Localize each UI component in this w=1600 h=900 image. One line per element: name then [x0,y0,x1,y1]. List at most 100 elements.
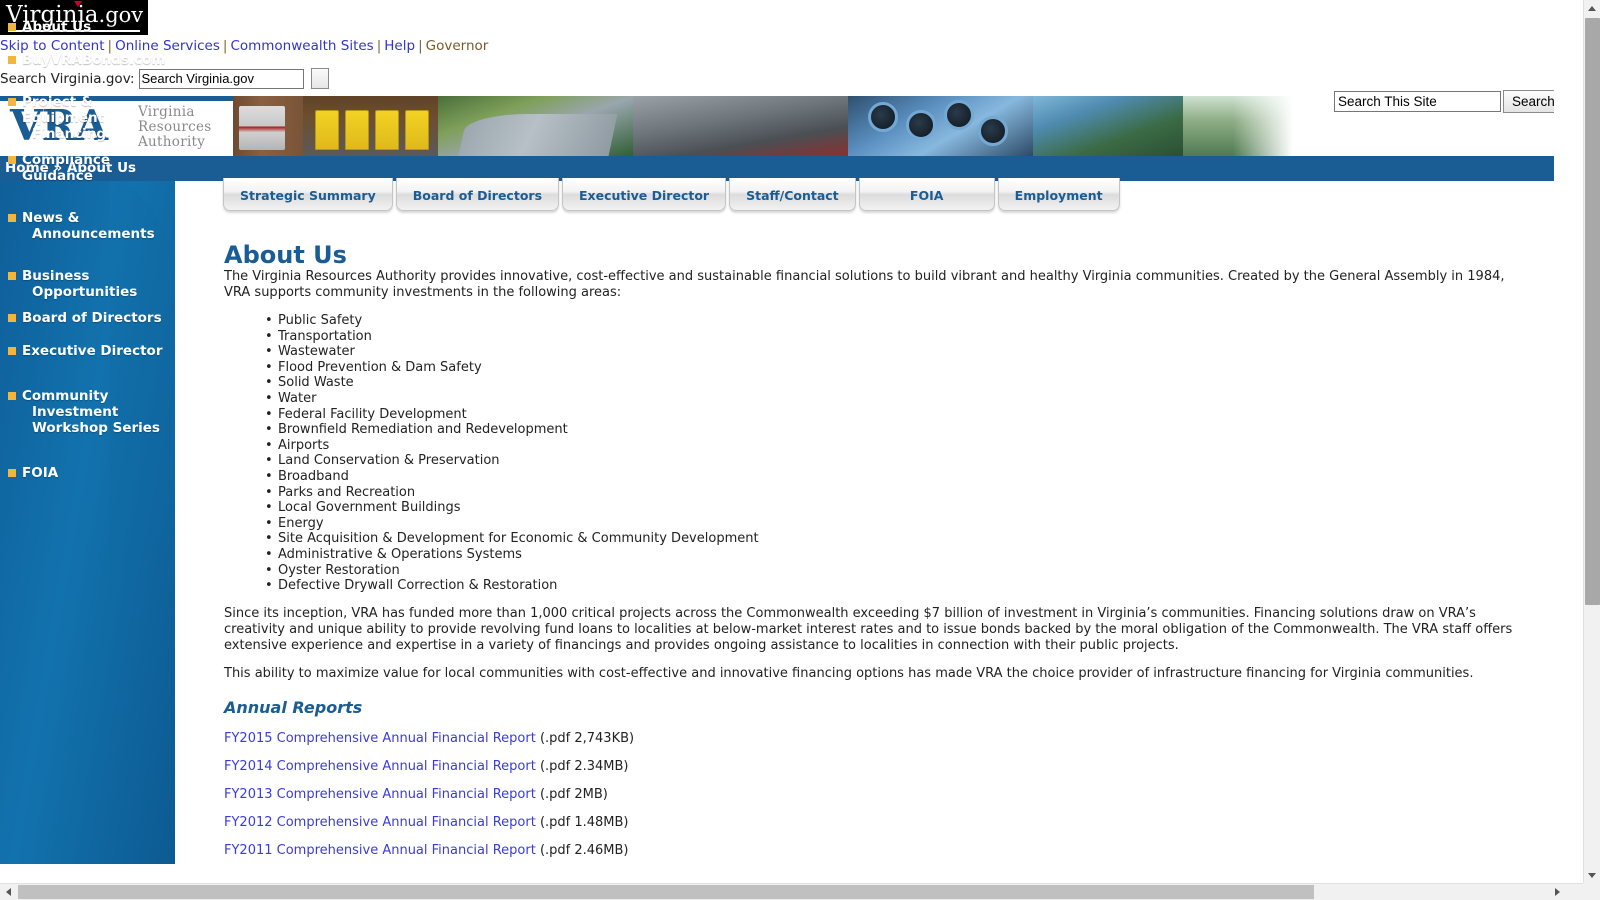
site-search-button[interactable]: Search [1503,90,1554,113]
report-meta-fy2012: (.pdf 1.48MB) [539,814,629,830]
chevron-up-icon [1588,6,1596,11]
report-link-fy2014[interactable]: FY2014 Comprehensive Annual Financial Re… [224,759,536,774]
square-bullet-icon [8,214,16,222]
list-item: Energy [265,516,1529,532]
photo-bridge [633,96,848,156]
list-item: FY2012 Comprehensive Annual Financial Re… [224,815,1529,830]
sidebar-item-label: About Us [22,19,92,35]
list-item: Local Government Buildings [265,500,1529,516]
sidebar-item-label: Community [22,388,109,404]
list-item: Parks and Recreation [265,485,1529,501]
list-item: Brownfield Remediation and Redevelopment [265,422,1529,438]
sidebar-item-label-line2: Investment [32,404,119,420]
square-bullet-icon [8,98,16,106]
virginia-gov-search-button[interactable] [310,68,329,89]
sidebar-item-buyvrabonds[interactable]: BuyVRABonds.com [0,52,175,68]
tab-board-of-directors[interactable]: Board of Directors [395,178,560,211]
sidebar-item-label: Executive Director [22,343,163,359]
article-body: The Virginia Resources Authority provide… [224,269,1529,864]
tab-employment[interactable]: Employment [997,178,1120,211]
sidebar-item-label-line3: Workshop Series [32,420,160,436]
report-link-fy2015[interactable]: FY2015 Comprehensive Annual Financial Re… [224,731,536,746]
report-link-fy2011[interactable]: FY2011 Comprehensive Annual Financial Re… [224,843,536,858]
chevron-right-icon [1555,888,1560,896]
main-content: Strategic Summary Board of Directors Execu… [175,178,1554,864]
list-item: Administrative & Operations Systems [265,547,1529,563]
pipe-shape [906,110,936,140]
photo-water-pipes [848,96,1033,156]
list-item: Broadband [265,469,1529,485]
vertical-scrollbar[interactable] [1583,0,1600,884]
link-separator: | [222,38,228,54]
square-bullet-icon [8,392,16,400]
square-bullet-icon [8,156,16,164]
browser-viewport: Virginia.gov Skip to Content | Online Serv… [0,0,1554,864]
horizontal-scrollbar-thumb[interactable] [18,885,1314,899]
square-bullet-icon [8,314,16,322]
sidebar-item-project-equipment-financing[interactable]: Project & Equipment Financing [0,94,175,142]
page-title: About Us [224,241,347,270]
list-item: Airports [265,438,1529,454]
pipe-shape [944,100,974,130]
sidebar-item-label: Board of Directors [22,310,162,326]
tab-executive-director[interactable]: Executive Director [562,178,727,211]
sidebar-item-executive-director[interactable]: Executive Director [0,343,175,359]
list-item: Public Safety [265,313,1529,329]
site-search-input[interactable] [1334,91,1501,112]
sidebar-item-business-opportunities[interactable]: Business Opportunities [0,268,175,300]
list-item: Oyster Restoration [265,563,1529,579]
vertical-scrollbar-thumb[interactable] [1585,18,1600,605]
link-separator: | [376,38,382,54]
scroll-down-button[interactable] [1584,867,1600,884]
sidebar-nav: About Us BuyVRABonds.com Project & Equip… [0,0,175,498]
scroll-up-button[interactable] [1584,0,1600,17]
square-bullet-icon [8,469,16,477]
photo-recycling-bins [303,96,438,156]
report-link-fy2013[interactable]: FY2013 Comprehensive Annual Financial Re… [224,787,536,802]
banner-photo-collage [233,96,1293,156]
link-commonwealth-sites[interactable]: Commonwealth Sites [230,38,373,54]
link-help[interactable]: Help [384,38,415,54]
sidebar-item-board-of-directors[interactable]: Board of Directors [0,310,175,326]
photo-highway [438,96,633,156]
list-item: Wastewater [265,344,1529,360]
list-item: Land Conservation & Preservation [265,453,1529,469]
sidebar-item-label: Project & Equipment [22,94,105,126]
annual-reports-heading: Annual Reports [224,697,363,717]
sidebar-item-label: BuyVRABonds.com [22,52,166,68]
recycling-bin-shape [375,110,399,150]
banner-fade-overlay [1233,96,1293,156]
list-item: Transportation [265,329,1529,345]
report-link-fy2012[interactable]: FY2012 Comprehensive Annual Financial Re… [224,815,536,830]
recycling-bin-shape [345,110,369,150]
paragraph-history: Since its inception, VRA has funded more… [224,605,1513,653]
sidebar-item-about-us[interactable]: About Us [0,19,175,35]
list-item: Defective Drywall Correction & Restorati… [265,578,1529,594]
sidebar-item-compliance-guidance[interactable]: Compliance Guidance [0,152,175,184]
paragraph-value: This ability to maximize value for local… [224,665,1474,681]
tab-strategic-summary[interactable]: Strategic Summary [223,178,393,211]
sidebar-item-label-line2: Financing [32,126,107,142]
list-item: FY2015 Comprehensive Annual Financial Re… [224,731,1529,746]
sidebar-item-news-announcements[interactable]: News & Announcements [0,210,175,242]
link-governor[interactable]: Governor [426,38,489,54]
horizontal-scrollbar[interactable] [0,883,1600,900]
photo-fire-truck [233,96,303,156]
square-bullet-icon [8,56,16,64]
list-item: Federal Facility Development [265,407,1529,423]
sidebar-item-label: FOIA [22,465,59,481]
scroll-right-button[interactable] [1549,884,1566,900]
tab-staff-contact[interactable]: Staff/Contact [729,178,856,211]
sidebar-item-label-line2: Opportunities [32,284,138,300]
sidebar-item-foia[interactable]: FOIA [0,465,175,481]
scrollbar-corner [1583,883,1600,900]
link-separator: | [418,38,423,54]
report-meta-fy2015: (.pdf 2,743KB) [539,730,635,746]
tab-foia[interactable]: FOIA [858,178,995,211]
sidebar-item-label: News & [22,210,80,226]
site-banner: VRA Virginia Resources Authority [0,96,1554,156]
sidebar-item-community-investment-workshop-series[interactable]: Community Investment Workshop Series [0,388,175,436]
scroll-left-button[interactable] [0,884,17,900]
chevron-left-icon [6,888,11,896]
list-item: Water [265,391,1529,407]
